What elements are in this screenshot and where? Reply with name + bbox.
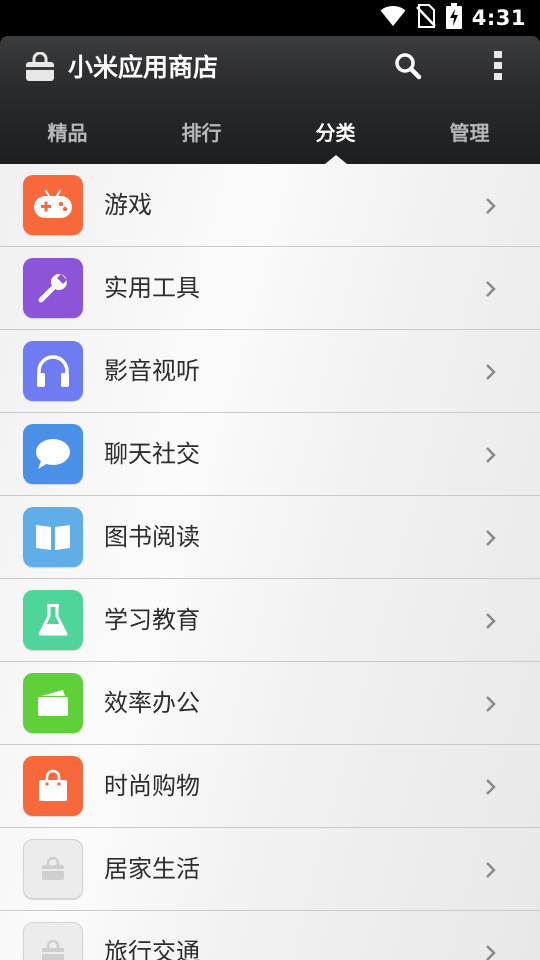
category-office[interactable]: 效率办公 [0,662,540,745]
tab-label: 分类 [315,121,356,145]
battery-charging-icon [445,3,462,33]
category-label: 聊天社交 [104,440,200,468]
tab-featured[interactable]: 精品 [0,108,135,164]
store-bag-icon [24,51,56,82]
folder-icon [23,673,83,733]
wifi-icon [380,5,406,31]
status-icons: 4:31 [380,3,526,33]
chevron-right-icon [486,198,496,214]
category-label: 时尚购物 [104,772,200,800]
chevron-right-icon [486,530,496,546]
search-button[interactable] [390,50,426,86]
category-label: 实用工具 [104,274,200,302]
category-label: 影音视听 [104,357,200,385]
category-label: 游戏 [104,191,152,219]
category-home-living[interactable]: 居家生活 [0,828,540,911]
chevron-right-icon [486,945,496,960]
category-education[interactable]: 学习教育 [0,579,540,662]
app-title: 小米应用商店 [68,53,219,82]
no-sim-icon [415,4,436,32]
open-book-icon [23,507,83,567]
flask-icon [23,590,83,650]
active-tab-indicator [324,155,347,164]
category-games[interactable]: 游戏 [0,164,540,247]
category-shopping[interactable]: 时尚购物 [0,745,540,828]
status-time: 4:31 [471,6,526,30]
title-row: 小米应用商店 [0,36,540,102]
chevron-right-icon [486,613,496,629]
category-label: 学习教育 [104,606,200,634]
placeholder-bag-icon [23,922,83,960]
tab-categories[interactable]: 分类 [268,108,403,164]
gamepad-icon [23,175,83,235]
category-media[interactable]: 影音视听 [0,330,540,413]
category-social[interactable]: 聊天社交 [0,413,540,496]
category-label: 旅行交通 [104,938,200,960]
category-tools[interactable]: 实用工具 [0,247,540,330]
shopping-bag-icon [23,756,83,816]
chevron-right-icon [486,447,496,463]
placeholder-bag-icon [23,839,83,899]
chevron-right-icon [486,281,496,297]
category-label: 效率办公 [104,689,200,717]
wrench-icon [23,258,83,318]
headphones-icon [23,341,83,401]
tab-ranking[interactable]: 排行 [134,108,269,164]
tab-label: 排行 [181,121,222,145]
category-books[interactable]: 图书阅读 [0,496,540,579]
chat-bubble-icon [23,424,83,484]
chevron-right-icon [486,862,496,878]
category-list: 游戏 实用工具 影音视听 聊天社交 图书阅读 学习教育 效率办公 时尚购物 居家… [0,164,540,960]
app-header: 小米应用商店 精品 排行 分类 管理 [0,36,540,164]
tab-bar: 精品 排行 分类 管理 [0,108,540,164]
category-label: 图书阅读 [104,523,200,551]
tab-label: 精品 [47,121,88,145]
overflow-menu-button[interactable] [484,50,512,86]
category-label: 居家生活 [104,855,200,883]
chevron-right-icon [486,364,496,380]
tab-manage[interactable]: 管理 [402,108,537,164]
tab-label: 管理 [449,121,490,145]
chevron-right-icon [486,779,496,795]
chevron-right-icon [486,696,496,712]
status-bar: 4:31 [0,0,540,36]
overflow-menu-icon [493,50,503,86]
search-icon [394,52,422,84]
category-travel[interactable]: 旅行交通 [0,911,540,960]
